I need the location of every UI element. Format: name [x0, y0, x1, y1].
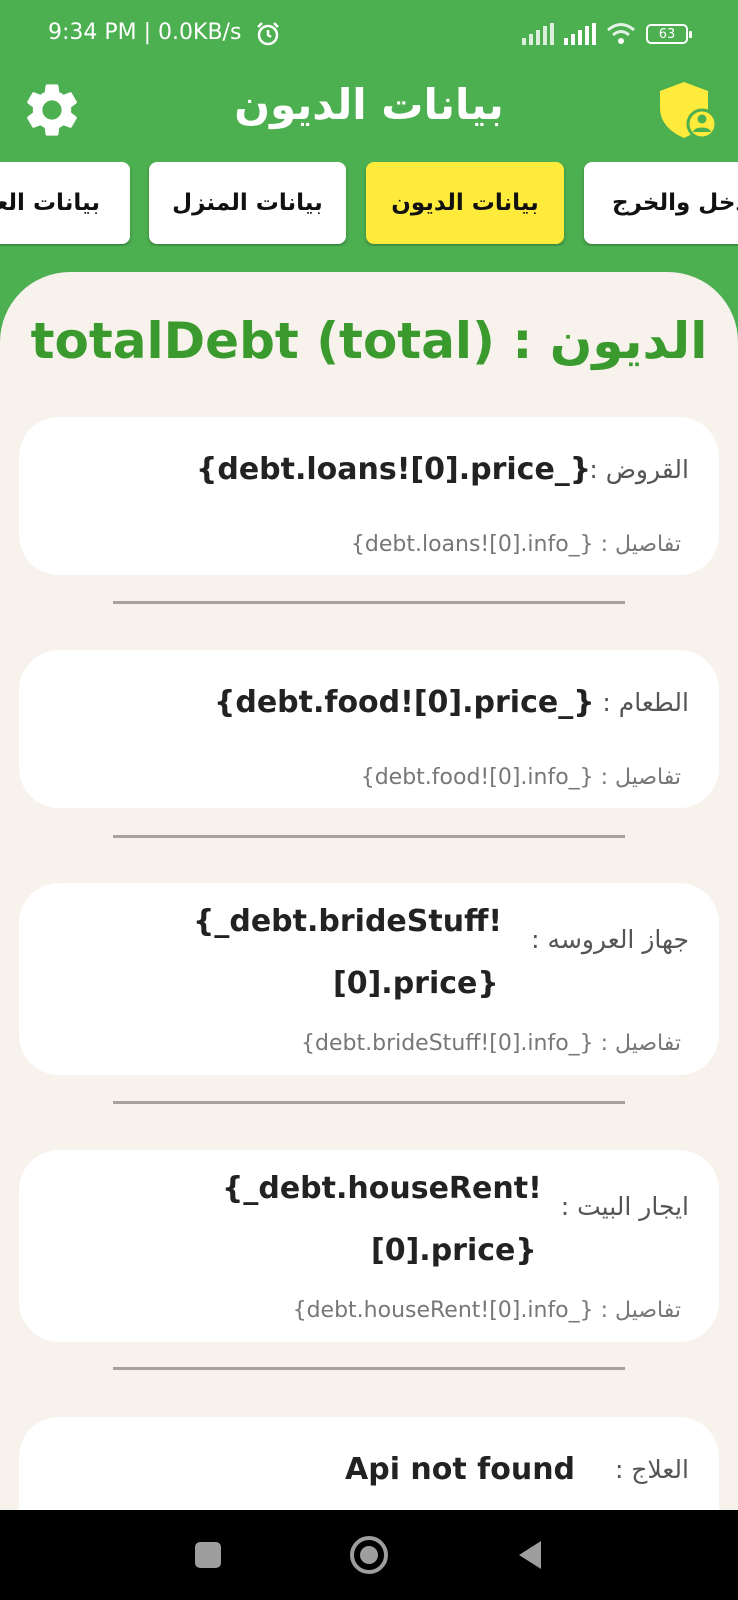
divider — [113, 1101, 625, 1104]
tab-label: بيانات المنزل — [172, 190, 323, 216]
tab-house[interactable]: بيانات المنزل — [149, 162, 346, 244]
square-icon — [195, 1542, 221, 1568]
debt-card-food: الطعام : {debt.food![0].price_} تفاصيل :… — [19, 650, 719, 808]
debt-value-line-1: {_debt.brideStuff! — [193, 904, 503, 939]
tab-income-expense[interactable]: الدخل والخرج — [584, 162, 738, 244]
divider — [113, 835, 625, 838]
debt-value-line-2: [0].price} — [371, 1233, 537, 1268]
debt-info: تفاصيل : {_debt.loans![0].info} — [350, 532, 681, 557]
debt-card-loans: القروض : {debt.loans![0].price_} تفاصيل … — [19, 417, 719, 575]
account-security-button[interactable] — [652, 76, 720, 144]
battery-level: 63 — [658, 26, 676, 42]
tab-other[interactable]: بيانات العـ — [0, 162, 130, 244]
tab-bar: الدخل والخرج بيانات الديون بيانات المنزل… — [0, 162, 738, 246]
debt-card-treatment: العلاج : Api not found — [19, 1417, 719, 1510]
debt-info: تفاصيل : {_debt.brideStuff![0].info} — [301, 1031, 681, 1056]
home-button[interactable] — [324, 1510, 414, 1600]
status-icons: 63 — [522, 20, 692, 48]
tab-label: بيانات العـ — [0, 190, 100, 216]
app-bar: بيانات الديون — [0, 70, 738, 150]
back-button[interactable] — [485, 1510, 575, 1600]
system-nav-bar — [0, 1510, 738, 1600]
debt-label: القروض : — [589, 455, 689, 484]
debt-label: جهاز العروسه : — [531, 925, 689, 954]
debt-card-house-rent: ايجار البيت : {_debt.houseRent! [0].pric… — [19, 1150, 719, 1342]
status-time: 9:34 PM | 0.0KB/s — [48, 20, 242, 45]
battery-icon: 63 — [646, 24, 692, 44]
divider — [113, 1367, 625, 1370]
debt-value-line-1: {_debt.houseRent! — [222, 1171, 542, 1206]
debt-info: تفاصيل : {_debt.food![0].info} — [360, 765, 681, 790]
wifi-icon — [607, 23, 635, 44]
tab-label: بيانات الديون — [391, 190, 539, 216]
total-debt-title: الديون : totalDebt (total) — [30, 312, 708, 370]
alarm-clock-icon — [257, 22, 279, 46]
debt-value-line-2: [0].price} — [333, 966, 499, 1001]
debt-label: العلاج : — [614, 1455, 689, 1484]
debt-info: تفاصيل : {_debt.houseRent![0].info} — [292, 1298, 681, 1323]
back-triangle-icon — [519, 1541, 541, 1569]
debt-card-bride-stuff: جهاز العروسه : {_debt.brideStuff! [0].pr… — [19, 883, 719, 1075]
signal-icon — [522, 23, 554, 45]
debts-content: الديون : totalDebt (total) القروض : {deb… — [0, 272, 738, 1510]
tab-debts[interactable]: بيانات الديون — [366, 162, 564, 244]
home-circle-icon — [350, 1536, 388, 1574]
shield-user-icon — [660, 82, 718, 140]
divider — [113, 601, 625, 604]
recents-button[interactable] — [163, 1510, 253, 1600]
debt-value: Api not found — [345, 1452, 576, 1487]
status-bar: 9:34 PM | 0.0KB/s 63 — [0, 0, 738, 70]
debt-value: {debt.loans![0].price_} — [196, 452, 592, 487]
debt-label: ايجار البيت : — [560, 1192, 689, 1221]
page-title: بيانات الديون — [234, 80, 504, 129]
debt-value: {debt.food![0].price_} — [214, 685, 595, 720]
signal-icon-2 — [564, 23, 596, 45]
debt-label: الطعام : — [602, 688, 689, 717]
tab-label: الدخل والخرج — [612, 190, 738, 216]
